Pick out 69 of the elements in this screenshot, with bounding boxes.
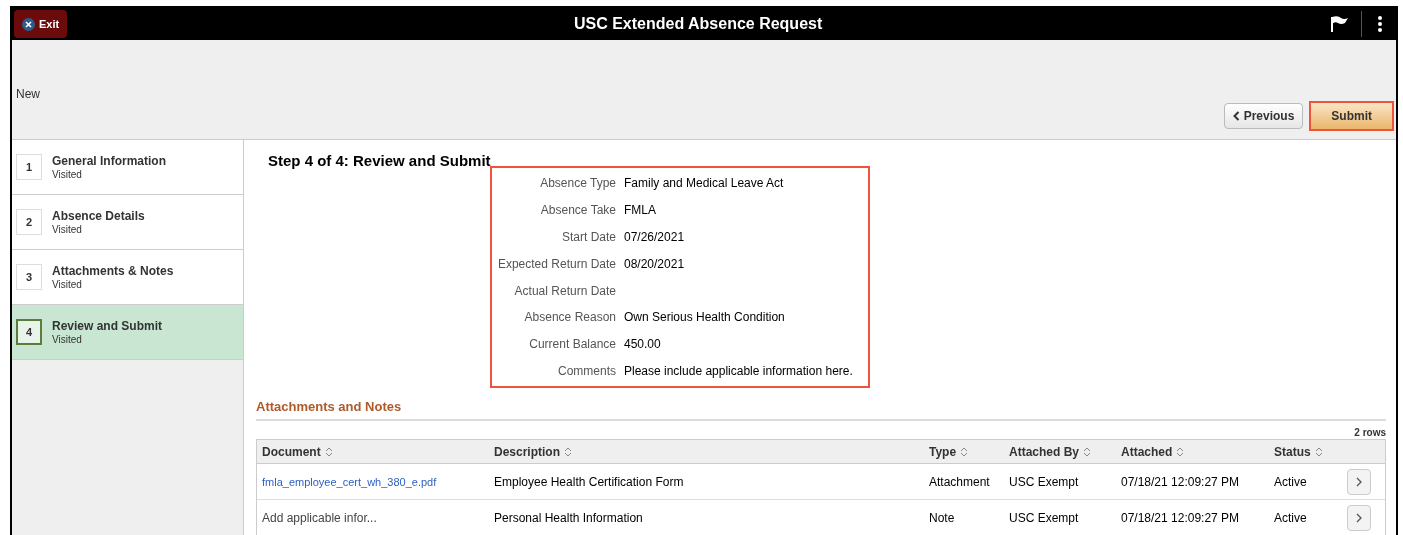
step-status: Visited (52, 168, 83, 181)
sort-icon (1083, 446, 1091, 457)
field-value: Own Serious Health Condition (624, 309, 785, 327)
field-value: Family and Medical Leave Act (624, 175, 784, 193)
table-cell: Employee Health Certification Form (494, 474, 684, 489)
step-title: Attachments & Notes (52, 263, 174, 279)
chevron-right-icon (1356, 512, 1362, 523)
table-cell: USC Exempt (1009, 510, 1079, 525)
column-header[interactable]: Status (1274, 442, 1323, 461)
submit-button[interactable]: Submit (1309, 101, 1394, 131)
close-icon (22, 17, 35, 31)
previous-button[interactable]: Previous (1223, 103, 1304, 129)
step-status: Visited (52, 278, 83, 291)
section-title: Attachments and Notes (256, 399, 402, 415)
status-text: New (16, 86, 40, 103)
column-header[interactable]: Description (494, 442, 572, 461)
row-count: 2 rows (1354, 427, 1386, 440)
field-label: Comments (558, 363, 616, 378)
step-number: 1 (16, 154, 42, 180)
table-cell: Personal Health Information (494, 510, 643, 525)
field-label: Absence Reason (524, 310, 616, 325)
field-label: Actual Return Date (514, 283, 616, 298)
field-label: Absence Take (540, 203, 616, 218)
table-cell: Attachment (929, 474, 990, 489)
field-label: Expected Return Date (497, 256, 616, 271)
step-title: Review and Submit (52, 318, 163, 334)
document-link[interactable]: fmla_employee_cert_wh_380_e.pdf (262, 475, 437, 488)
table-cell: Note (929, 510, 955, 525)
chevron-right-icon (1356, 476, 1362, 487)
sort-icon (564, 446, 572, 457)
sort-icon (1314, 446, 1323, 457)
document-text: Add applicable infor... (262, 510, 377, 525)
window-title: USC Extended Absence Request (573, 15, 823, 32)
page-title: Step 4 of 4: Review and Submit (268, 152, 492, 170)
field-value: 08/20/2021 (624, 255, 685, 273)
step-status: Visited (52, 223, 83, 236)
sort-icon (324, 446, 333, 457)
step-status: Visited (52, 333, 83, 346)
flag-icon[interactable] (1329, 15, 1349, 33)
field-label: Start Date (561, 230, 616, 244)
step-item[interactable]: 1 General Information Visited (12, 140, 243, 195)
table-cell: Active (1274, 474, 1307, 489)
column-header[interactable]: Attached (1121, 442, 1185, 461)
field-value: 450.00 (624, 336, 661, 354)
chevron-left-icon (1232, 111, 1240, 121)
exit-button[interactable]: Exit (14, 10, 68, 38)
sort-icon (960, 446, 969, 457)
column-header[interactable]: Document (262, 442, 333, 461)
step-number: 3 (16, 264, 42, 290)
field-value: 07/26/2021 (624, 229, 685, 246)
column-header[interactable]: Type (929, 442, 969, 461)
step-item[interactable]: 4 Review and Submit Visited (12, 305, 243, 360)
field-label: Absence Type (540, 176, 616, 191)
more-menu-icon[interactable] (1378, 15, 1382, 33)
sort-icon (1176, 446, 1185, 457)
table-cell: 07/18/21 12:09:27 PM (1121, 474, 1240, 489)
table-cell: 07/18/21 12:09:27 PM (1121, 510, 1240, 525)
field-value: Please include applicable information here. (624, 362, 853, 380)
table-cell: USC Exempt (1009, 474, 1079, 489)
table-cell: Active (1274, 510, 1307, 525)
field-value: FMLA (624, 202, 656, 220)
column-header[interactable]: Attached By (1009, 442, 1091, 461)
step-title: Absence Details (52, 208, 145, 224)
step-number: 4 (16, 319, 42, 345)
step-item[interactable]: 3 Attachments & Notes Visited (12, 250, 243, 305)
step-number: 2 (16, 209, 42, 235)
field-label: Current Balance (529, 337, 616, 352)
step-item[interactable]: 2 Absence Details Visited (12, 195, 243, 250)
step-title: General Information (52, 153, 167, 169)
